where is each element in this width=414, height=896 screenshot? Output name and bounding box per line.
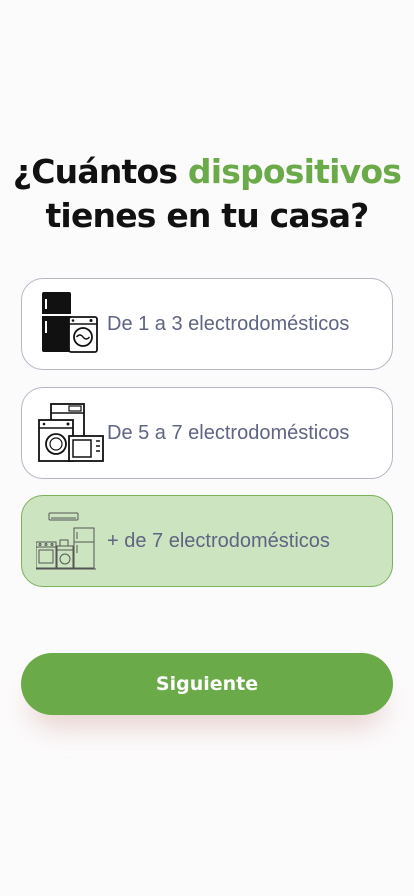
title-part-2: tienes en tu casa? — [45, 196, 369, 235]
option-label: De 1 a 3 electrodomésticos — [107, 312, 350, 335]
option-label: + de 7 electrodomésticos — [107, 529, 330, 552]
option-more-than-7-appliances[interactable]: + de 7 electrodomésticos — [21, 495, 393, 587]
title-highlight: dispositivos — [187, 152, 402, 191]
home-appliances-icon — [35, 508, 106, 574]
next-button[interactable]: Siguiente — [21, 653, 393, 715]
option-5-7-appliances[interactable]: De 5 a 7 electrodomésticos — [21, 387, 393, 479]
option-label: De 5 a 7 electrodomésticos — [107, 421, 350, 444]
appliances-icon — [36, 400, 106, 466]
option-1-3-appliances[interactable]: De 1 a 3 electrodomésticos — [21, 278, 393, 370]
page-title: ¿Cuántos dispositivos tienes en tu casa? — [0, 150, 414, 238]
fridge-washer-icon — [36, 291, 106, 357]
title-part-1: ¿Cuántos — [12, 152, 188, 191]
